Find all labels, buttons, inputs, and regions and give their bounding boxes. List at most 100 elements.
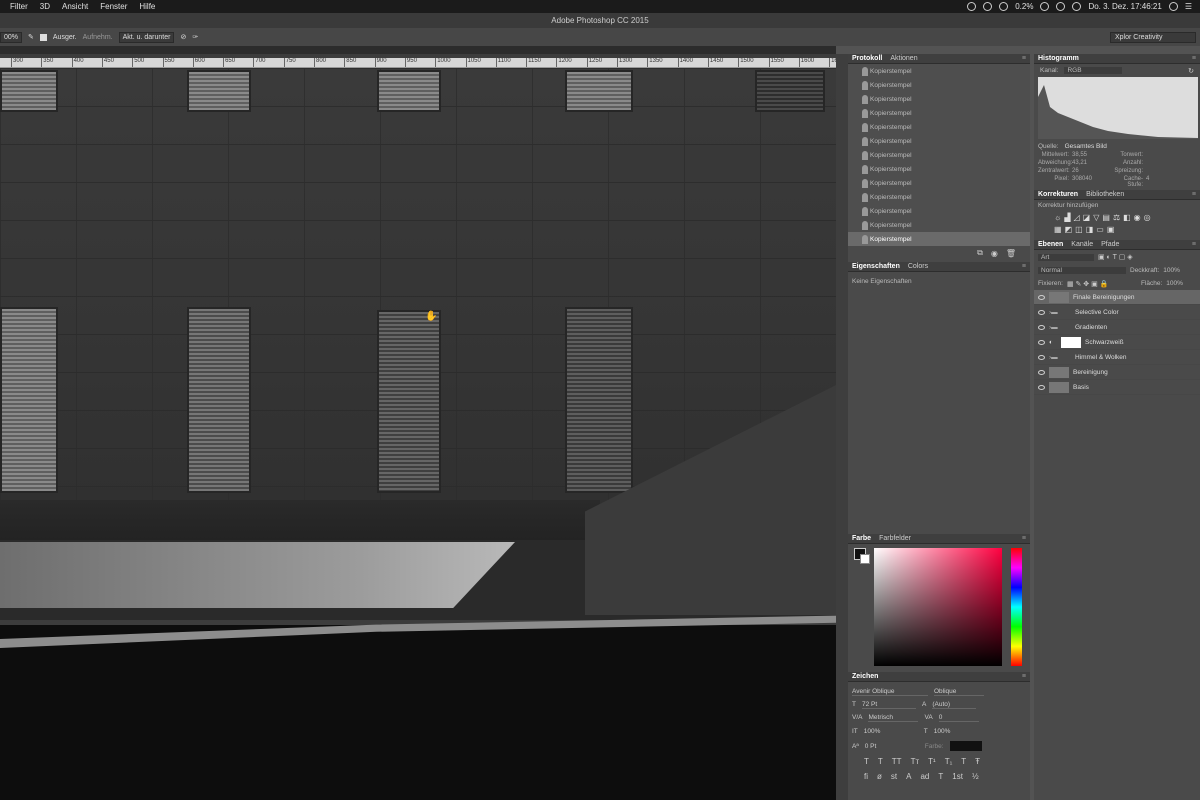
stylistic-icon[interactable]: st <box>891 772 897 781</box>
invert-icon[interactable]: ◩ <box>1065 225 1073 234</box>
layer-row[interactable]: ›▬ Gradienten <box>1034 320 1200 335</box>
underline-icon[interactable]: T <box>961 757 966 766</box>
ordinal-icon[interactable]: T <box>938 772 943 781</box>
visibility-eye-icon[interactable] <box>1038 354 1045 360</box>
curves-icon[interactable]: ◿ <box>1074 213 1080 222</box>
exposure-icon[interactable]: ◪ <box>1083 213 1091 222</box>
layer-row[interactable]: ›▬ Selective Color <box>1034 305 1200 320</box>
tab-histogramm[interactable]: Histogramm <box>1038 55 1079 62</box>
menu-filter[interactable]: Filter <box>10 2 28 11</box>
layer-row[interactable]: Finale Bereinigungen <box>1034 290 1200 305</box>
font-family-select[interactable]: Avenir Oblique <box>852 688 928 696</box>
refresh-icon[interactable]: ↻ <box>1188 67 1194 75</box>
menu-hilfe[interactable]: Hilfe <box>139 2 155 11</box>
balance-icon[interactable]: ⚖ <box>1113 213 1120 222</box>
text-color-swatch[interactable] <box>949 741 982 751</box>
visibility-eye-icon[interactable] <box>1038 369 1045 375</box>
baseline-field[interactable]: 0 Pt <box>865 743 919 750</box>
tab-aktionen[interactable]: Aktionen <box>890 55 917 62</box>
menu-fenster[interactable]: Fenster <box>100 2 127 11</box>
alternates-icon[interactable]: A <box>906 772 911 781</box>
history-item[interactable]: Kopierstempel <box>848 190 1030 204</box>
hue-slider[interactable] <box>1011 548 1022 666</box>
search-icon[interactable] <box>1168 2 1178 11</box>
history-item[interactable]: Kopierstempel <box>848 162 1030 176</box>
tab-farbfelder[interactable]: Farbfelder <box>879 535 911 542</box>
menu-3d[interactable]: 3D <box>40 2 50 11</box>
trash-icon[interactable]: 🗑 <box>1006 249 1016 258</box>
filter-icons[interactable]: ▣ ◐ T ▢ ◈ <box>1098 253 1133 261</box>
layer-row[interactable]: ›▬ Himmel & Wolken <box>1034 350 1200 365</box>
pressure-icon[interactable]: ✎ <box>28 33 34 41</box>
visibility-eye-icon[interactable] <box>1038 384 1045 390</box>
tab-ebenen[interactable]: Ebenen <box>1038 241 1063 248</box>
visibility-eye-icon[interactable] <box>1038 294 1045 300</box>
horizontal-scale-field[interactable]: 100% <box>934 728 974 735</box>
ignore-adjust-icon[interactable]: ⊘ <box>180 33 186 41</box>
visibility-eye-icon[interactable] <box>1038 339 1045 345</box>
history-item[interactable]: Kopierstempel <box>848 120 1030 134</box>
font-style-select[interactable]: Oblique <box>934 688 984 696</box>
panel-menu-icon[interactable]: ≡ <box>1022 55 1026 62</box>
layer-row[interactable]: ◐ Schwarzweiß <box>1034 335 1200 350</box>
faux-bold-icon[interactable]: T <box>864 757 869 766</box>
clock[interactable]: Do. 3. Dez. 17:46:21 <box>1088 2 1161 11</box>
subscript-icon[interactable]: T₁ <box>945 757 953 766</box>
visibility-eye-icon[interactable] <box>1038 309 1045 315</box>
layer-row[interactable]: Bereinigung <box>1034 365 1200 380</box>
ligature-icon[interactable]: fi <box>864 772 868 781</box>
aligned-checkbox[interactable] <box>39 33 47 41</box>
history-item[interactable]: Kopierstempel <box>848 78 1030 92</box>
tracking-field[interactable]: 0 <box>938 714 979 722</box>
vibrance-icon[interactable]: ▽ <box>1093 213 1099 222</box>
font-size-field[interactable]: 72 Pt <box>861 701 916 709</box>
tab-colors[interactable]: Colors <box>908 263 928 270</box>
superscript-icon[interactable]: T¹ <box>928 757 936 766</box>
pressure-size-icon[interactable]: ✑ <box>192 33 198 41</box>
tab-korrekturen[interactable]: Korrekturen <box>1038 191 1078 198</box>
history-item[interactable]: Kopierstempel <box>848 64 1030 78</box>
workspace-select[interactable]: Xplor Creativity <box>1110 31 1196 43</box>
fill-field[interactable]: 100% <box>1166 280 1183 287</box>
tab-protokoll[interactable]: Protokoll <box>852 55 882 62</box>
list-icon[interactable]: ☰ <box>1185 2 1192 11</box>
dropbox-icon[interactable] <box>999 2 1009 11</box>
tab-bibliotheken[interactable]: Bibliotheken <box>1086 191 1124 198</box>
blend-mode-select[interactable]: Normal <box>1038 267 1126 274</box>
menu-ansicht[interactable]: Ansicht <box>62 2 88 11</box>
hue-icon[interactable]: ▤ <box>1102 213 1110 222</box>
tab-kanaele[interactable]: Kanäle <box>1071 241 1093 248</box>
titling-icon[interactable]: ad <box>920 772 929 781</box>
bw-icon[interactable]: ◧ <box>1123 213 1131 222</box>
sync-icon[interactable] <box>983 2 993 11</box>
kerning-field[interactable]: Metrisch <box>868 714 919 722</box>
horizontal-ruler[interactable]: 300 350 400 450 500 550 600 650 700 750 800 850 900 9… <box>0 58 836 68</box>
panel-menu-icon[interactable]: ≡ <box>1192 241 1196 248</box>
history-item[interactable]: Kopierstempel <box>848 92 1030 106</box>
swash-icon[interactable]: ø <box>877 772 882 781</box>
background-swatch[interactable] <box>860 554 870 564</box>
history-item[interactable]: Kopierstempel <box>848 204 1030 218</box>
panel-menu-icon[interactable]: ≡ <box>1022 535 1026 542</box>
layer-row[interactable]: Basis <box>1034 380 1200 395</box>
panel-menu-icon[interactable]: ≡ <box>1192 55 1196 62</box>
posterize-icon[interactable]: ◫ <box>1075 225 1083 234</box>
all-caps-icon[interactable]: TT <box>892 757 902 766</box>
opacity-field[interactable]: 100% <box>1163 267 1180 274</box>
lookup-icon[interactable]: ▦ <box>1054 225 1062 234</box>
tab-zeichen[interactable]: Zeichen <box>852 673 878 680</box>
panel-menu-icon[interactable]: ≡ <box>1022 263 1026 270</box>
layer-filter-select[interactable]: Art <box>1038 253 1094 261</box>
camera-icon[interactable]: ◉ <box>991 249 998 258</box>
wifi-icon[interactable] <box>1056 2 1066 11</box>
mixer-icon[interactable]: ◎ <box>1144 213 1151 222</box>
brightness-icon[interactable]: ☼ <box>1054 213 1061 222</box>
history-item[interactable]: Kopierstempel <box>848 218 1030 232</box>
selcolor-icon[interactable]: ▣ <box>1107 225 1115 234</box>
panel-menu-icon[interactable]: ≡ <box>1192 191 1196 198</box>
threshold-icon[interactable]: ◨ <box>1086 225 1094 234</box>
history-item[interactable]: Kopierstempel <box>848 106 1030 120</box>
history-item[interactable]: Kopierstempel <box>848 232 1030 246</box>
source-select[interactable]: Gesamtes Bild <box>1065 143 1107 150</box>
panel-menu-icon[interactable]: ≡ <box>1022 673 1026 680</box>
